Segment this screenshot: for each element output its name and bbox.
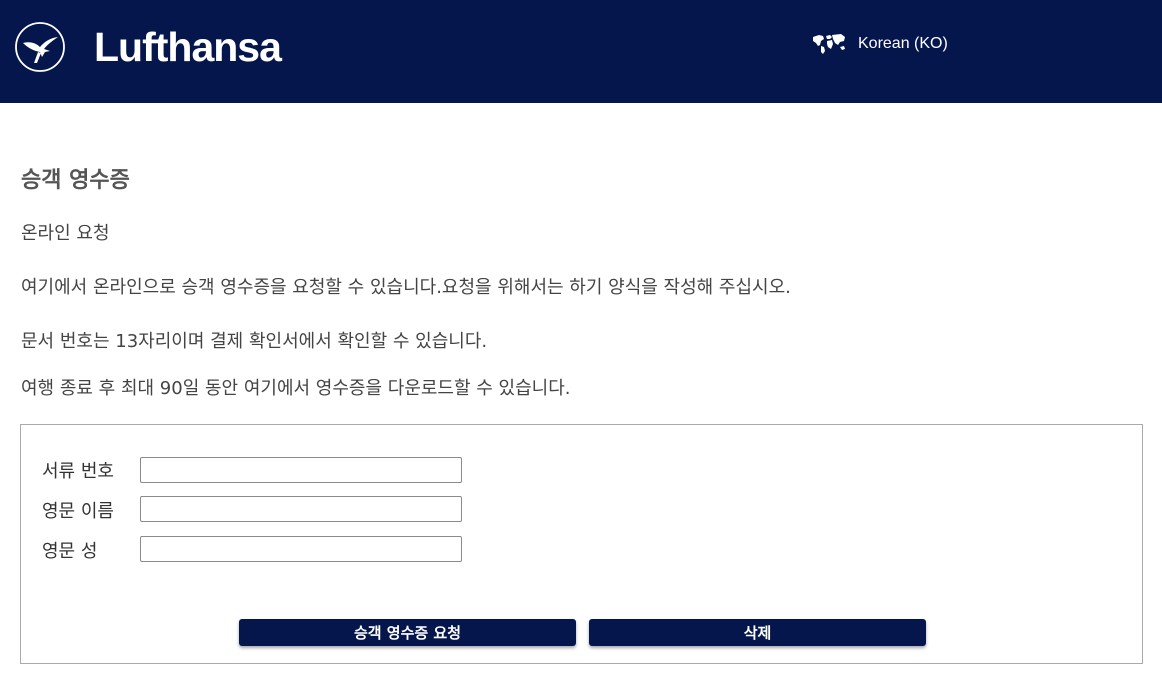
document-number-hint: 문서 번호는 13자리이며 결제 확인서에서 확인할 수 있습니다. [21,331,488,352]
crane-logo-icon[interactable] [14,21,66,73]
document-number-label: 서류 번호 [42,461,114,482]
site-header: Lufthansa Korean (KO) [0,0,1162,103]
brand-wordmark[interactable]: Lufthansa [94,22,282,72]
section-subtitle: 온라인 요청 [21,223,110,244]
intro-text: 여기에서 온라인으로 승객 영수증을 요청할 수 있습니다.요청을 위해서는 하… [21,277,791,298]
first-name-input[interactable] [140,496,462,522]
last-name-label: 영문 성 [42,541,98,562]
delete-button[interactable]: 삭제 [589,619,926,646]
request-receipt-button[interactable]: 승객 영수증 요청 [239,619,576,646]
document-number-input[interactable] [140,457,462,483]
last-name-input[interactable] [140,536,462,562]
language-label: Korean (KO) [858,35,948,52]
download-period-hint: 여행 종료 후 최대 90일 동안 여기에서 영수증을 다운로드할 수 있습니다… [21,378,571,399]
globe-map-icon [813,34,845,54]
first-name-label: 영문 이름 [42,501,114,522]
page-title: 승객 영수증 [21,168,130,193]
language-selector[interactable]: Korean (KO) [811,32,948,56]
receipt-request-form: 서류 번호 영문 이름 영문 성 승객 영수증 요청 삭제 [20,424,1143,664]
